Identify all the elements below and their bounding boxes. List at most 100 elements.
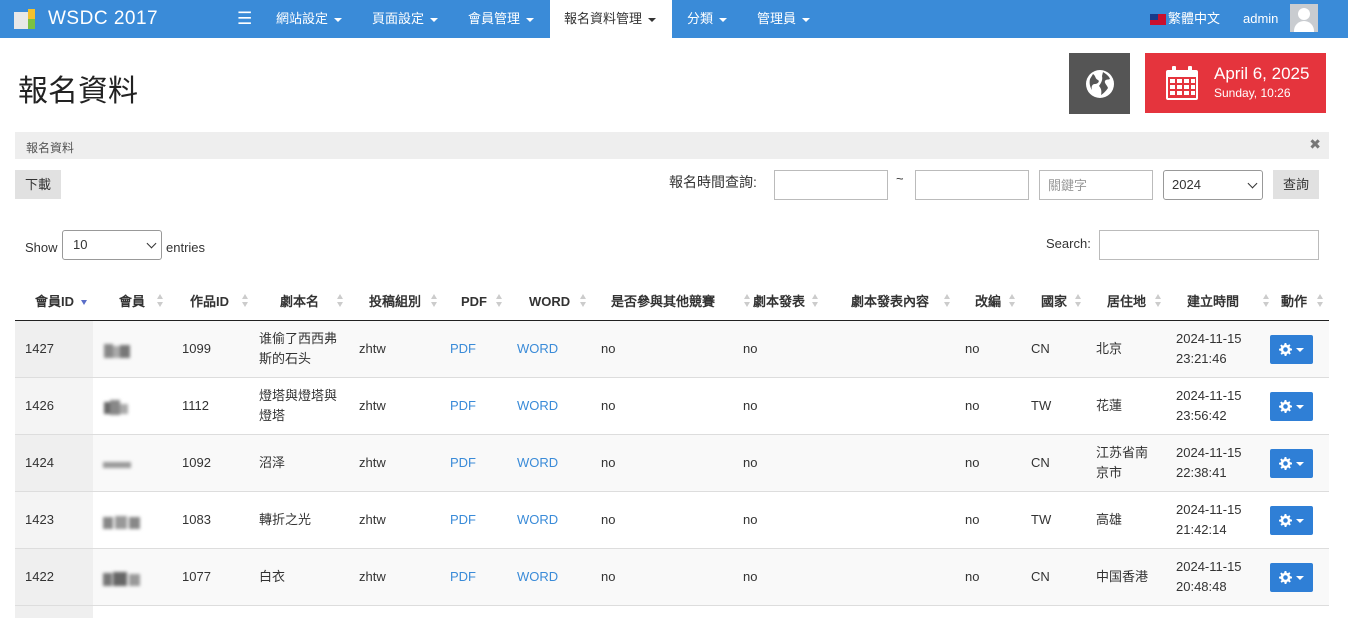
member-name-redacted	[102, 513, 142, 531]
user-name[interactable]: admin	[1243, 0, 1278, 38]
sort-icon[interactable]	[1075, 294, 1082, 308]
breadcrumb-item[interactable]: 報名資料	[26, 139, 74, 156]
download-button[interactable]: 下載	[15, 170, 61, 199]
sort-icon[interactable]	[580, 294, 587, 308]
member-id: 1427	[25, 341, 54, 356]
date-to-input[interactable]	[915, 170, 1029, 200]
brand[interactable]: WSDC 2017	[14, 0, 158, 38]
gear-icon	[1279, 571, 1292, 584]
brand-title: WSDC 2017	[48, 8, 159, 29]
pdf-link[interactable]: PDF	[450, 378, 476, 434]
top-navbar: WSDC 2017 ☰ 網站設定 頁面設定 會員管理 報名資料管理 分類 管理員…	[0, 0, 1348, 38]
word-link[interactable]: WORD	[517, 321, 558, 377]
sort-icon[interactable]	[157, 294, 164, 308]
member-name-redacted	[102, 456, 132, 474]
adapted: no	[965, 341, 980, 356]
caret-down-icon	[334, 17, 343, 22]
sort-icon[interactable]	[431, 294, 438, 308]
nav-registration-management[interactable]: 報名資料管理	[550, 0, 672, 38]
column-header[interactable]: 劇本發表內容	[851, 283, 929, 320]
residence-line: 京市	[1096, 465, 1123, 480]
residence: 北京	[1096, 321, 1122, 377]
close-icon[interactable]: ✖	[1309, 136, 1321, 153]
column-header[interactable]: 建立時間	[1187, 283, 1239, 320]
column-header[interactable]: WORD	[529, 283, 570, 320]
query-button[interactable]: 查詢	[1273, 170, 1319, 199]
member-id: 1426	[25, 398, 54, 413]
column-header[interactable]: 劇本名	[280, 283, 319, 320]
sort-desc-icon[interactable]	[81, 294, 88, 308]
menu-icon[interactable]: ☰	[237, 9, 252, 29]
nav-member-management[interactable]: 會員管理	[454, 0, 548, 38]
column-header[interactable]: 動作	[1281, 283, 1307, 320]
created-at: 2024-11-15 23:56:42	[1176, 378, 1242, 434]
nav-categories[interactable]: 分類	[673, 0, 741, 38]
sort-icon[interactable]	[812, 294, 819, 308]
nav-admins[interactable]: 管理員	[743, 0, 824, 38]
date-widget: April 6, 2025 Sunday, 10:26	[1145, 53, 1326, 113]
action-button[interactable]	[1270, 563, 1313, 592]
entries-select[interactable]: 10	[62, 230, 162, 260]
created-time: 20:48:48	[1176, 579, 1227, 594]
other-competition: no	[601, 512, 616, 527]
word-link[interactable]: WORD	[517, 435, 558, 491]
member-name-redacted	[102, 399, 132, 417]
gear-icon	[1279, 343, 1292, 356]
column-header[interactable]: PDF	[461, 283, 487, 320]
nav-site-settings[interactable]: 網站設定	[262, 0, 356, 38]
date-from-input[interactable]	[774, 170, 888, 200]
user-avatar-icon[interactable]	[1290, 4, 1318, 32]
sort-icon[interactable]	[242, 294, 249, 308]
column-header[interactable]: 會員	[119, 283, 145, 320]
action-button[interactable]	[1270, 392, 1313, 421]
column-header[interactable]: 作品ID	[190, 283, 229, 320]
word-link[interactable]: WORD	[517, 492, 558, 548]
table-row: 1422 1077 白衣 zhtw PDF WORD no no no CN 中…	[15, 549, 1329, 606]
search-input[interactable]	[1099, 230, 1319, 260]
column-header[interactable]: 劇本發表	[753, 283, 805, 320]
work-id: 1077	[182, 569, 211, 584]
created-date: 2024-11-15	[1176, 502, 1242, 517]
created-date: 2024-11-15	[1176, 445, 1242, 460]
member-id: 1422	[25, 569, 54, 584]
sort-icon[interactable]	[1317, 294, 1324, 308]
sort-icon[interactable]	[744, 294, 751, 308]
sort-icon[interactable]	[944, 294, 951, 308]
adapted: no	[965, 512, 980, 527]
script-title: 谁偷了西西弗 斯的石头	[259, 321, 337, 377]
other-competition: no	[601, 341, 616, 356]
column-header[interactable]: 會員ID	[35, 283, 74, 320]
country: TW	[1031, 398, 1052, 413]
sort-icon[interactable]	[1263, 294, 1270, 308]
sort-icon[interactable]	[496, 294, 503, 308]
language-switcher[interactable]: 繁體中文	[1150, 0, 1220, 38]
column-header[interactable]: 居住地	[1107, 283, 1146, 320]
page-title: 報名資料	[18, 75, 138, 108]
column-header[interactable]: 是否參與其他競賽	[611, 283, 715, 320]
pdf-link[interactable]: PDF	[450, 549, 476, 605]
pdf-link[interactable]: PDF	[450, 492, 476, 548]
word-link[interactable]: WORD	[517, 378, 558, 434]
column-header[interactable]: 國家	[1041, 283, 1067, 320]
country: CN	[1031, 569, 1050, 584]
year-select[interactable]: 2024	[1163, 170, 1263, 200]
action-button[interactable]	[1270, 506, 1313, 535]
globe-button[interactable]	[1069, 53, 1130, 114]
pdf-link[interactable]: PDF	[450, 435, 476, 491]
column-header[interactable]: 投稿組別	[369, 283, 421, 320]
word-link[interactable]: WORD	[517, 549, 558, 605]
script-title-line: 斯的石头	[259, 351, 312, 366]
sort-icon[interactable]	[1009, 294, 1016, 308]
action-button[interactable]	[1270, 335, 1313, 364]
nav-page-settings[interactable]: 頁面設定	[358, 0, 452, 38]
caret-down-icon	[648, 17, 657, 22]
action-button[interactable]	[1270, 449, 1313, 478]
sort-icon[interactable]	[1155, 294, 1162, 308]
residence-line: 北京	[1096, 341, 1123, 356]
keyword-input[interactable]	[1039, 170, 1153, 200]
date-sub: Sunday, 10:26	[1214, 86, 1291, 100]
member-id: 1423	[25, 512, 54, 527]
sort-icon[interactable]	[337, 294, 344, 308]
pdf-link[interactable]: PDF	[450, 321, 476, 377]
column-header[interactable]: 改編	[975, 283, 1001, 320]
